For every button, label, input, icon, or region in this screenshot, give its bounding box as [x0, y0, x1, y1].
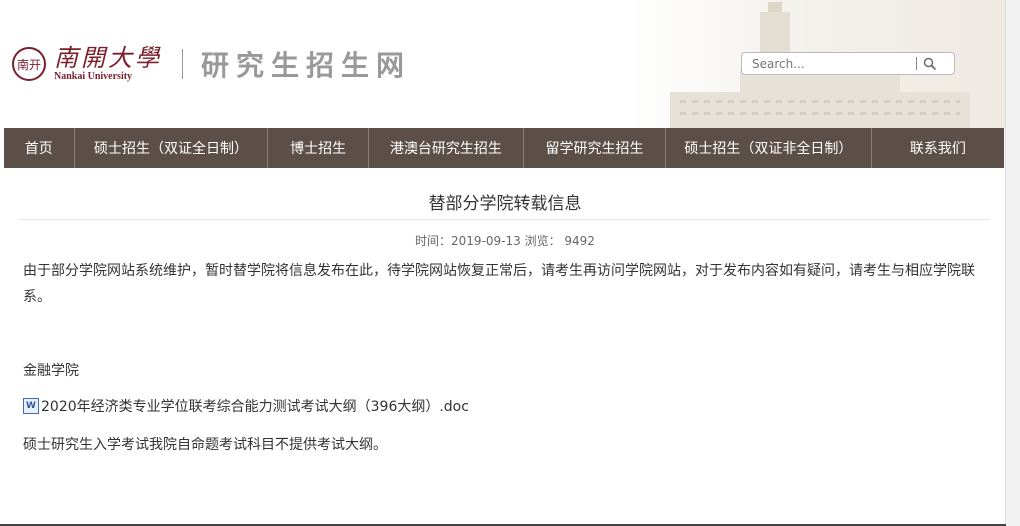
article-intro: 由于部分学院网站系统维护，暂时替学院将信息发布在此，待学院网站恢复正常后，请考生…: [23, 263, 975, 305]
building-base: [670, 92, 970, 128]
logo-divider: [182, 49, 183, 79]
nav-item-master-parttime[interactable]: 硕士招生（双证非全日制）: [665, 128, 871, 168]
title-divider: [20, 219, 990, 220]
nav-item-hk-macao-taiwan[interactable]: 港澳台研究生招生: [367, 128, 523, 168]
search-box: [741, 52, 955, 75]
university-seal-icon: 南开: [12, 47, 46, 81]
word-doc-icon: W: [23, 398, 39, 414]
logo-english-name: Nankai University: [54, 71, 133, 82]
building-windows: [680, 112, 960, 115]
window-scrollbar[interactable]: [1005, 0, 1020, 526]
nav-item-international[interactable]: 留学研究生招生: [522, 128, 665, 168]
logo-text: 南開大學 Nankai University: [54, 45, 162, 83]
building-windows: [680, 100, 960, 103]
search-icon[interactable]: [917, 54, 943, 74]
nav-item-master-fulltime[interactable]: 硕士招生（双证全日制）: [73, 128, 268, 168]
attachment-link[interactable]: W 2020年经济类专业学位联考综合能力测试考试大纲（396大纲）.doc: [23, 396, 469, 416]
main-nav: 首页 硕士招生（双证全日制） 博士招生 港澳台研究生招生 留学研究生招生 硕士招…: [4, 128, 1004, 168]
site-header: 南开 南開大學 Nankai University 研究生招生网: [0, 0, 1006, 128]
article-meta: 时间：2019-09-13 浏览： 9492: [415, 234, 595, 248]
nav-item-home[interactable]: 首页: [4, 128, 74, 168]
article-title: 替部分学院转载信息: [428, 194, 582, 214]
university-logo[interactable]: 南开 南開大學 Nankai University 研究生招生网: [12, 44, 411, 84]
site-title: 研究生招生网: [201, 49, 412, 82]
nav-item-doctoral[interactable]: 博士招生: [267, 128, 367, 168]
search-input[interactable]: [752, 56, 912, 71]
college-name: 金融学院: [23, 363, 79, 379]
logo-chinese-name: 南開大學: [54, 44, 162, 72]
article-notice: 硕士研究生入学考试我院自命题考试科目不提供考试大纲。: [23, 437, 387, 453]
nav-item-contact[interactable]: 联系我们: [870, 128, 1004, 168]
article-content: 由于部分学院网站系统维护，暂时替学院将信息发布在此，待学院网站恢复正常后，请考生…: [23, 258, 988, 453]
attachment-filename: 2020年经济类专业学位联考综合能力测试考试大纲（396大纲）.doc: [41, 399, 469, 415]
